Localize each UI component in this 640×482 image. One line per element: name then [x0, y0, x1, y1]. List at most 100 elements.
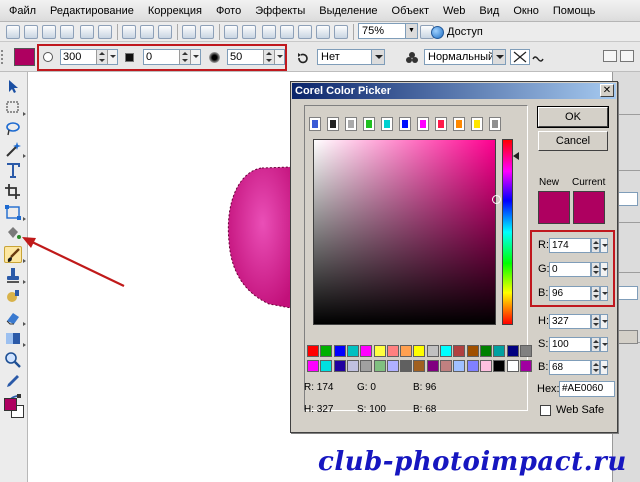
- hue-spin-icon[interactable]: [591, 314, 600, 329]
- palette-swatch[interactable]: [346, 345, 359, 357]
- palette-swatch[interactable]: [453, 360, 466, 372]
- spin-arrows-icon[interactable]: [96, 50, 107, 64]
- palette-swatch[interactable]: [440, 345, 452, 357]
- brightness-icon[interactable]: [280, 25, 294, 39]
- undo-stroke-icon[interactable]: [296, 51, 310, 65]
- color-model-button[interactable]: [399, 117, 411, 131]
- chevron-down-icon[interactable]: [600, 337, 608, 352]
- palette-swatch[interactable]: [426, 345, 439, 357]
- menu-effects[interactable]: Эффекты: [248, 0, 312, 22]
- texture-mode-select[interactable]: Нет: [317, 49, 385, 65]
- pen-shape-icon[interactable]: [510, 49, 530, 65]
- hue-input[interactable]: 327: [549, 314, 591, 329]
- palette-swatch[interactable]: [479, 360, 492, 372]
- web-safe-checkbox[interactable]: [540, 405, 551, 416]
- crop-icon[interactable]: [242, 25, 256, 39]
- palette-swatch[interactable]: [320, 360, 333, 372]
- palette-swatch[interactable]: [400, 360, 413, 372]
- palette-swatch[interactable]: [519, 345, 532, 357]
- monitor-icon[interactable]: [262, 25, 276, 39]
- menu-window[interactable]: Окно: [506, 0, 546, 22]
- paste-icon[interactable]: [158, 25, 172, 39]
- palette-swatch[interactable]: [400, 345, 413, 357]
- ok-button[interactable]: OK: [537, 106, 609, 128]
- palette-swatch[interactable]: [413, 345, 426, 357]
- save-icon[interactable]: [42, 25, 56, 39]
- color-model-button[interactable]: [453, 117, 465, 131]
- palette-swatch[interactable]: [413, 360, 426, 372]
- image-canvas[interactable]: [29, 72, 291, 482]
- zoom-tool-icon[interactable]: [4, 351, 22, 368]
- shape-radio[interactable]: [43, 52, 53, 62]
- palette-swatch[interactable]: [360, 345, 373, 357]
- clone-tool-icon[interactable]: [4, 267, 22, 284]
- dialog-title-bar[interactable]: Corel Color Picker ✕: [292, 83, 616, 99]
- palette-swatch[interactable]: [373, 345, 386, 357]
- hue-slider[interactable]: [502, 139, 513, 325]
- panel-field[interactable]: [616, 286, 638, 300]
- saturation-value-field[interactable]: [313, 139, 501, 325]
- open-file-icon[interactable]: [24, 25, 38, 39]
- color-model-button[interactable]: [327, 117, 339, 131]
- color-model-button[interactable]: [345, 117, 357, 131]
- scan-icon[interactable]: [98, 25, 112, 39]
- menu-view[interactable]: Вид: [472, 0, 506, 22]
- print-icon[interactable]: [80, 25, 94, 39]
- palette-swatch[interactable]: [373, 360, 386, 372]
- chevron-down-icon[interactable]: [190, 50, 200, 64]
- fill-bucket-tool-icon[interactable]: [4, 225, 22, 242]
- wave-icon[interactable]: [532, 52, 544, 64]
- spin-arrows-icon[interactable]: [263, 50, 274, 64]
- brush-color-swatch[interactable]: [14, 48, 35, 66]
- transparency-stepper[interactable]: 0: [143, 49, 201, 65]
- magic-wand-tool-icon[interactable]: [4, 141, 22, 158]
- palette-swatch[interactable]: [426, 360, 439, 372]
- palette-swatch[interactable]: [307, 345, 319, 357]
- color-model-button[interactable]: [309, 117, 321, 131]
- palette-swatch[interactable]: [333, 360, 346, 372]
- filter-icon[interactable]: [316, 25, 330, 39]
- save-as-icon[interactable]: [60, 25, 74, 39]
- palette-swatch[interactable]: [479, 345, 492, 357]
- tool-flyout-arrow-icon[interactable]: [23, 343, 26, 347]
- menu-photo[interactable]: Фото: [209, 0, 248, 22]
- redo-icon[interactable]: [200, 25, 214, 39]
- access-button[interactable]: Доступ: [431, 24, 483, 40]
- palette-swatch[interactable]: [360, 360, 373, 372]
- auto-process-icon[interactable]: [298, 25, 312, 39]
- palette-swatch[interactable]: [440, 360, 452, 372]
- palette-swatch[interactable]: [493, 360, 506, 372]
- chevron-down-icon[interactable]: [371, 50, 384, 64]
- spin-arrows-icon[interactable]: [179, 50, 190, 64]
- panel-button[interactable]: [616, 330, 638, 344]
- copy-icon[interactable]: [140, 25, 154, 39]
- color-model-button[interactable]: [381, 117, 393, 131]
- soft-edge-stepper[interactable]: 50: [227, 49, 285, 65]
- text-tool-icon[interactable]: [4, 162, 22, 179]
- palette-swatch[interactable]: [320, 345, 333, 357]
- tool-flyout-arrow-icon[interactable]: [23, 259, 26, 263]
- color-model-button[interactable]: [435, 117, 447, 131]
- saturation-spin-icon[interactable]: [591, 337, 600, 352]
- palette-swatch[interactable]: [506, 345, 519, 357]
- selection-tool-icon[interactable]: [4, 99, 22, 116]
- new-file-icon[interactable]: [6, 25, 20, 39]
- palette-swatch[interactable]: [466, 360, 479, 372]
- palette-swatch[interactable]: [453, 345, 466, 357]
- cut-icon[interactable]: [122, 25, 136, 39]
- blend-mode-select[interactable]: Нормальный: [424, 49, 506, 65]
- tool-flyout-arrow-icon[interactable]: [23, 280, 26, 284]
- eraser-tool-icon[interactable]: [4, 309, 22, 326]
- options-icon[interactable]: [620, 50, 634, 62]
- menu-edit[interactable]: Редактирование: [43, 0, 141, 22]
- hue-pointer-icon[interactable]: [513, 152, 519, 160]
- close-icon[interactable]: ✕: [600, 84, 614, 97]
- chevron-down-icon[interactable]: [274, 50, 284, 64]
- chevron-down-icon[interactable]: [107, 50, 117, 64]
- foreground-color-swatch[interactable]: [4, 398, 17, 411]
- color-marker[interactable]: [492, 195, 501, 204]
- color-model-button[interactable]: [417, 117, 429, 131]
- palette-swatch[interactable]: [519, 360, 532, 372]
- tool-flyout-arrow-icon[interactable]: [23, 322, 26, 326]
- saturation-input[interactable]: 100: [549, 337, 591, 352]
